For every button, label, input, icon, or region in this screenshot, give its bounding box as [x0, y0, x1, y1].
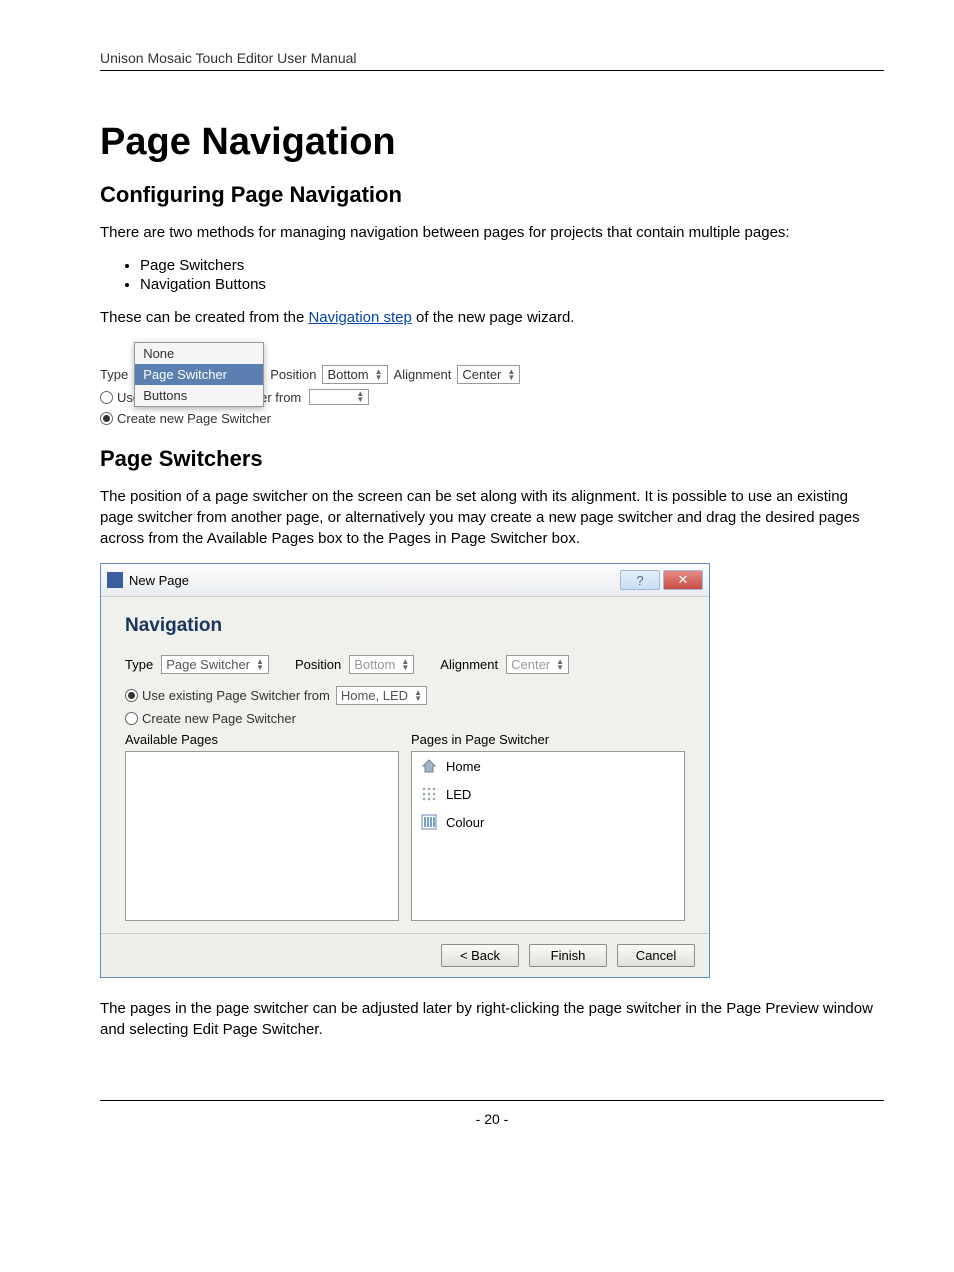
- list-item: Navigation Buttons: [140, 276, 884, 293]
- position-value: Bottom: [327, 367, 368, 382]
- list-item: Page Switchers: [140, 257, 884, 274]
- radio-icon: [100, 412, 113, 425]
- alignment-select[interactable]: Center ▲▼: [506, 655, 569, 674]
- radio-icon: [100, 391, 113, 404]
- radio-create-label: Create new Page Switcher: [142, 711, 296, 726]
- list-item-label: Home: [446, 759, 481, 774]
- cancel-button[interactable]: Cancel: [617, 944, 695, 967]
- stepper-arrows-icon: ▲▼: [556, 659, 564, 671]
- radio-create-new-row[interactable]: Create new Page Switcher: [100, 411, 884, 426]
- radio-use-existing[interactable]: Use existing Page Switcher from Home, LE…: [125, 686, 685, 705]
- manual-header: Unison Mosaic Touch Editor User Manual: [100, 50, 884, 71]
- type-option-pageswitcher[interactable]: Page Switcher: [135, 364, 263, 385]
- position-select[interactable]: Bottom ▲▼: [349, 655, 414, 674]
- type-option-buttons[interactable]: Buttons: [135, 385, 263, 406]
- existing-from-select[interactable]: ▲▼: [309, 389, 369, 405]
- alignment-value: Center: [511, 657, 550, 672]
- list-item[interactable]: Colour: [412, 808, 684, 836]
- position-select[interactable]: Bottom ▲▼: [322, 365, 387, 384]
- radio-create-new[interactable]: Create new Page Switcher: [125, 711, 685, 726]
- position-value: Bottom: [354, 657, 395, 672]
- stepper-arrows-icon: ▲▼: [414, 690, 422, 702]
- stepper-arrows-icon: ▲▼: [507, 369, 515, 381]
- type-value: Page Switcher: [166, 657, 250, 672]
- existing-value: Home, LED: [341, 688, 408, 703]
- radio-create-label: Create new Page Switcher: [117, 411, 271, 426]
- stepper-arrows-icon: ▲▼: [356, 391, 364, 403]
- help-button[interactable]: ?: [620, 570, 660, 590]
- colour-icon: [420, 813, 438, 831]
- figure-type-dropdown: Type None Page Switcher Buttons Position…: [100, 342, 884, 426]
- alignment-label: Alignment: [394, 367, 452, 382]
- stepper-arrows-icon: ▲▼: [375, 369, 383, 381]
- alignment-label: Alignment: [440, 657, 498, 672]
- radio-icon: [125, 689, 138, 702]
- finish-button[interactable]: Finish: [529, 944, 607, 967]
- list-item[interactable]: Home: [412, 752, 684, 780]
- intro-paragraph: There are two methods for managing navig…: [100, 222, 884, 243]
- new-page-dialog: New Page ? ✕ Navigation Type Page Switch…: [100, 563, 710, 978]
- dialog-titlebar: New Page ? ✕: [101, 564, 709, 597]
- list-item-label: LED: [446, 787, 471, 802]
- radio-existing-label: Use existing Page Switcher from: [142, 688, 330, 703]
- available-pages-listbox[interactable]: [125, 751, 399, 921]
- position-label: Position: [270, 367, 316, 382]
- dialog-heading: Navigation: [125, 615, 685, 637]
- section-heading-configuring: Configuring Page Navigation: [100, 182, 884, 208]
- position-label: Position: [295, 657, 341, 672]
- type-label: Type: [100, 367, 128, 382]
- type-select[interactable]: Page Switcher ▲▼: [161, 655, 269, 674]
- close-button[interactable]: ✕: [663, 570, 703, 590]
- wizard-note: These can be created from the Navigation…: [100, 307, 884, 328]
- page-number: - 20 -: [476, 1111, 509, 1127]
- text: of the new page wizard.: [412, 309, 575, 326]
- alignment-value: Center: [462, 367, 501, 382]
- home-icon: [420, 757, 438, 775]
- section-heading-switchers: Page Switchers: [100, 446, 884, 472]
- pages-in-switcher-label: Pages in Page Switcher: [411, 732, 685, 747]
- pages-in-switcher-listbox[interactable]: Home LED: [411, 751, 685, 921]
- back-button[interactable]: < Back: [441, 944, 519, 967]
- stepper-arrows-icon: ▲▼: [256, 659, 264, 671]
- list-item[interactable]: LED: [412, 780, 684, 808]
- alignment-select[interactable]: Center ▲▼: [457, 365, 520, 384]
- app-icon: [107, 572, 123, 588]
- available-pages-label: Available Pages: [125, 732, 399, 747]
- type-option-none[interactable]: None: [135, 343, 263, 364]
- stepper-arrows-icon: ▲▼: [401, 659, 409, 671]
- radio-icon: [125, 712, 138, 725]
- adjust-later-paragraph: The pages in the page switcher can be ad…: [100, 998, 884, 1040]
- type-dropdown-open[interactable]: None Page Switcher Buttons: [134, 342, 264, 407]
- list-item-label: Colour: [446, 815, 484, 830]
- dialog-title-text: New Page: [129, 573, 189, 588]
- methods-list: Page Switchers Navigation Buttons: [100, 257, 884, 293]
- existing-from-select[interactable]: Home, LED ▲▼: [336, 686, 427, 705]
- switchers-paragraph: The position of a page switcher on the s…: [100, 486, 884, 549]
- text: These can be created from the: [100, 309, 308, 326]
- page-title: Page Navigation: [100, 121, 884, 164]
- led-icon: [420, 785, 438, 803]
- navigation-step-link[interactable]: Navigation step: [308, 309, 411, 326]
- type-label: Type: [125, 657, 153, 672]
